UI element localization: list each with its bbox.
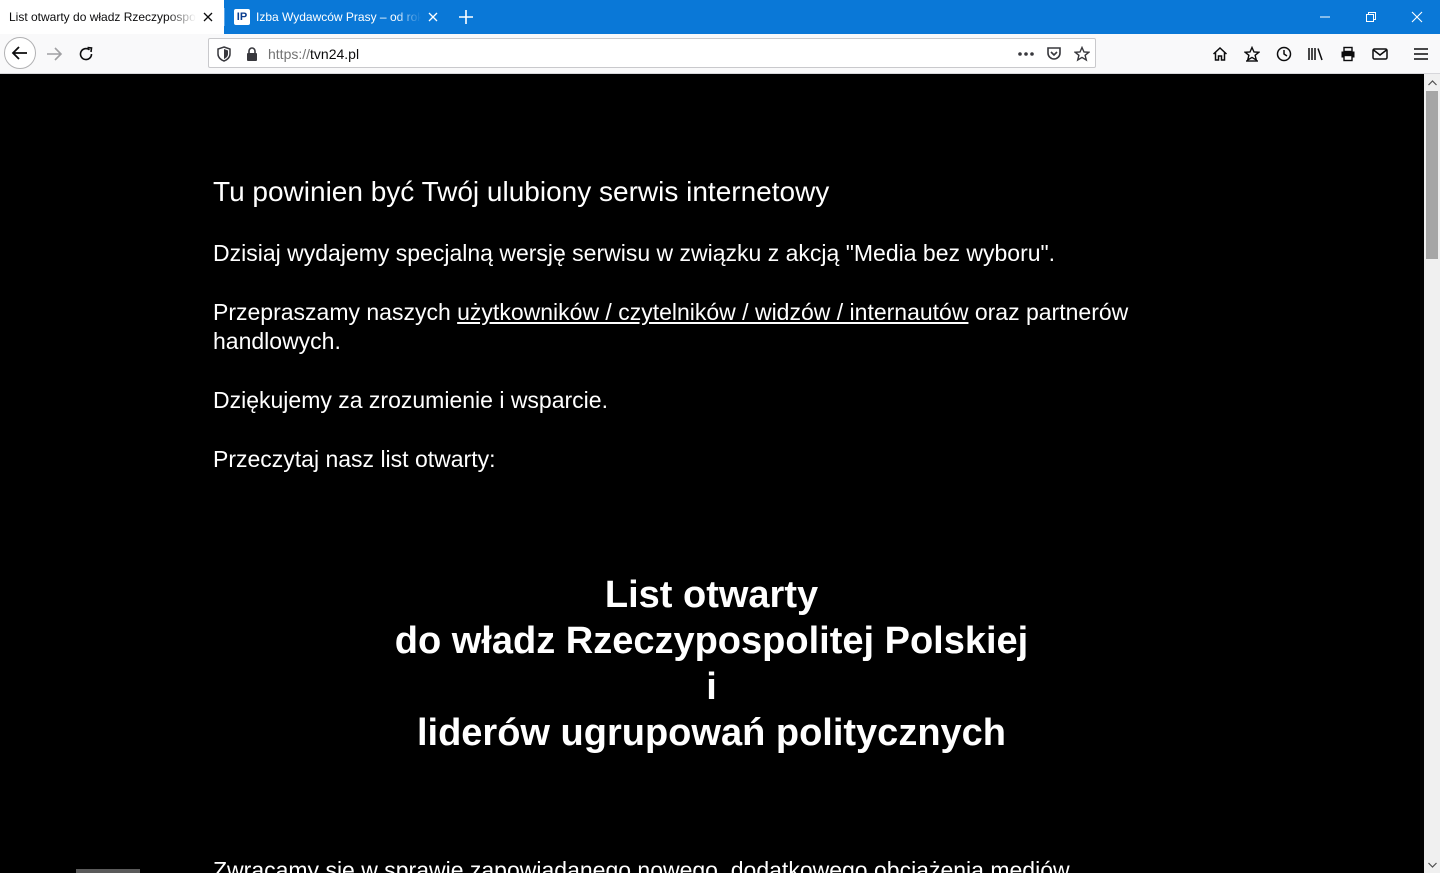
restore-icon <box>1366 12 1376 22</box>
navigation-toolbar: https://tvn24.pl <box>0 34 1440 74</box>
print-icon[interactable] <box>1338 44 1358 64</box>
scroll-down-arrow-icon[interactable] <box>1424 856 1440 873</box>
read-letter-paragraph: Przeczytaj nasz list otwarty: <box>213 446 496 472</box>
plus-icon <box>459 10 473 24</box>
page-actions-icon[interactable] <box>1017 45 1035 63</box>
reload-icon <box>79 46 93 61</box>
tab-close-icon[interactable] <box>196 5 220 29</box>
forward-button[interactable] <box>42 42 66 66</box>
open-letter-title: List otwarty do władz Rzeczypospolitej P… <box>213 572 1210 756</box>
menu-icon[interactable] <box>1411 44 1431 64</box>
tracking-shield-icon[interactable] <box>215 45 233 63</box>
letter-title-line: liderów ugrupowań politycznych <box>416 712 1007 754</box>
restore-button[interactable] <box>1348 0 1394 34</box>
url-host: tvn24.pl <box>310 46 360 62</box>
home-icon[interactable] <box>1210 44 1230 64</box>
tab-strip: List otwarty do władz Rzeczypospolitej I… <box>0 0 1440 34</box>
page-content: Tu powinien być Twój ulubiony serwis int… <box>0 74 1424 873</box>
letter-title-line: do władz Rzeczypospolitej Polskiej <box>394 620 1029 662</box>
url-text[interactable]: https://tvn24.pl <box>268 46 359 62</box>
tab-title: List otwarty do władz Rzeczypospolitej <box>9 10 196 24</box>
minimize-button[interactable] <box>1302 0 1348 34</box>
reload-button[interactable] <box>74 42 98 66</box>
letter-title-line: List otwarty <box>604 574 819 616</box>
apology-text-start: Przepraszamy naszych <box>213 299 458 325</box>
back-button[interactable] <box>4 37 36 69</box>
close-window-button[interactable] <box>1394 0 1440 34</box>
tab-active[interactable]: List otwarty do władz Rzeczypospolitej <box>0 0 224 34</box>
site-favicon-icon: IP <box>234 9 250 25</box>
tab-title: Izba Wydawców Prasy – od roku <box>256 10 421 24</box>
arrow-right-icon <box>47 47 63 61</box>
tab-close-icon[interactable] <box>421 5 445 29</box>
pocket-icon[interactable] <box>1045 45 1063 63</box>
library-icon[interactable] <box>1306 44 1326 64</box>
scrollbar-thumb[interactable] <box>1426 91 1438 259</box>
lock-icon[interactable] <box>243 45 261 63</box>
scroll-up-arrow-icon[interactable] <box>1424 74 1440 91</box>
audience-link[interactable]: użytkowników / czytelników / widzów / in… <box>457 299 968 325</box>
url-bar[interactable]: https://tvn24.pl <box>208 38 1096 68</box>
bookmarks-icon[interactable] <box>1242 44 1262 64</box>
intro-paragraph: Dzisiaj wydajemy specjalną wersję serwis… <box>213 240 1056 266</box>
letter-body-first-line: Zwracamy się w sprawie zapowiadanego now… <box>213 857 1070 873</box>
new-tab-button[interactable] <box>452 4 480 30</box>
horizontal-scroll-indicator <box>76 869 140 873</box>
letter-title-line: i <box>706 666 717 708</box>
thanks-paragraph: Dziękujemy za zrozumienie i wsparcie. <box>213 387 608 413</box>
tab-inactive[interactable]: IP Izba Wydawców Prasy – od roku <box>225 0 449 34</box>
close-icon <box>1411 11 1423 23</box>
apology-paragraph: Przepraszamy naszych użytkowników / czyt… <box>213 298 1213 356</box>
url-scheme: https:// <box>268 46 311 62</box>
bookmark-star-icon[interactable] <box>1073 45 1091 63</box>
history-icon[interactable] <box>1274 44 1294 64</box>
arrow-left-icon <box>11 46 27 60</box>
email-icon[interactable] <box>1370 44 1390 64</box>
page-headline: Tu powinien być Twój ulubiony serwis int… <box>213 176 830 207</box>
minimize-icon <box>1320 16 1330 18</box>
vertical-scrollbar[interactable] <box>1424 74 1440 873</box>
